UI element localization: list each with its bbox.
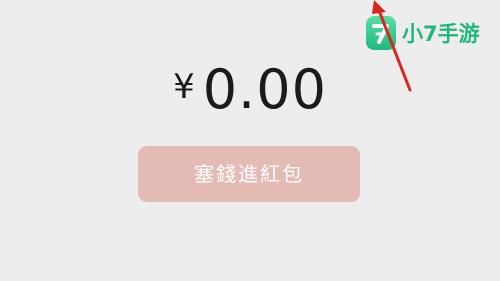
red-arrow-icon — [372, 0, 412, 92]
send-red-packet-button[interactable]: 塞錢進紅包 — [138, 146, 360, 202]
currency-symbol: ¥ — [173, 67, 195, 107]
amount-value: 0.00 — [202, 58, 327, 121]
red-packet-amount: ¥0.00 — [0, 58, 500, 121]
